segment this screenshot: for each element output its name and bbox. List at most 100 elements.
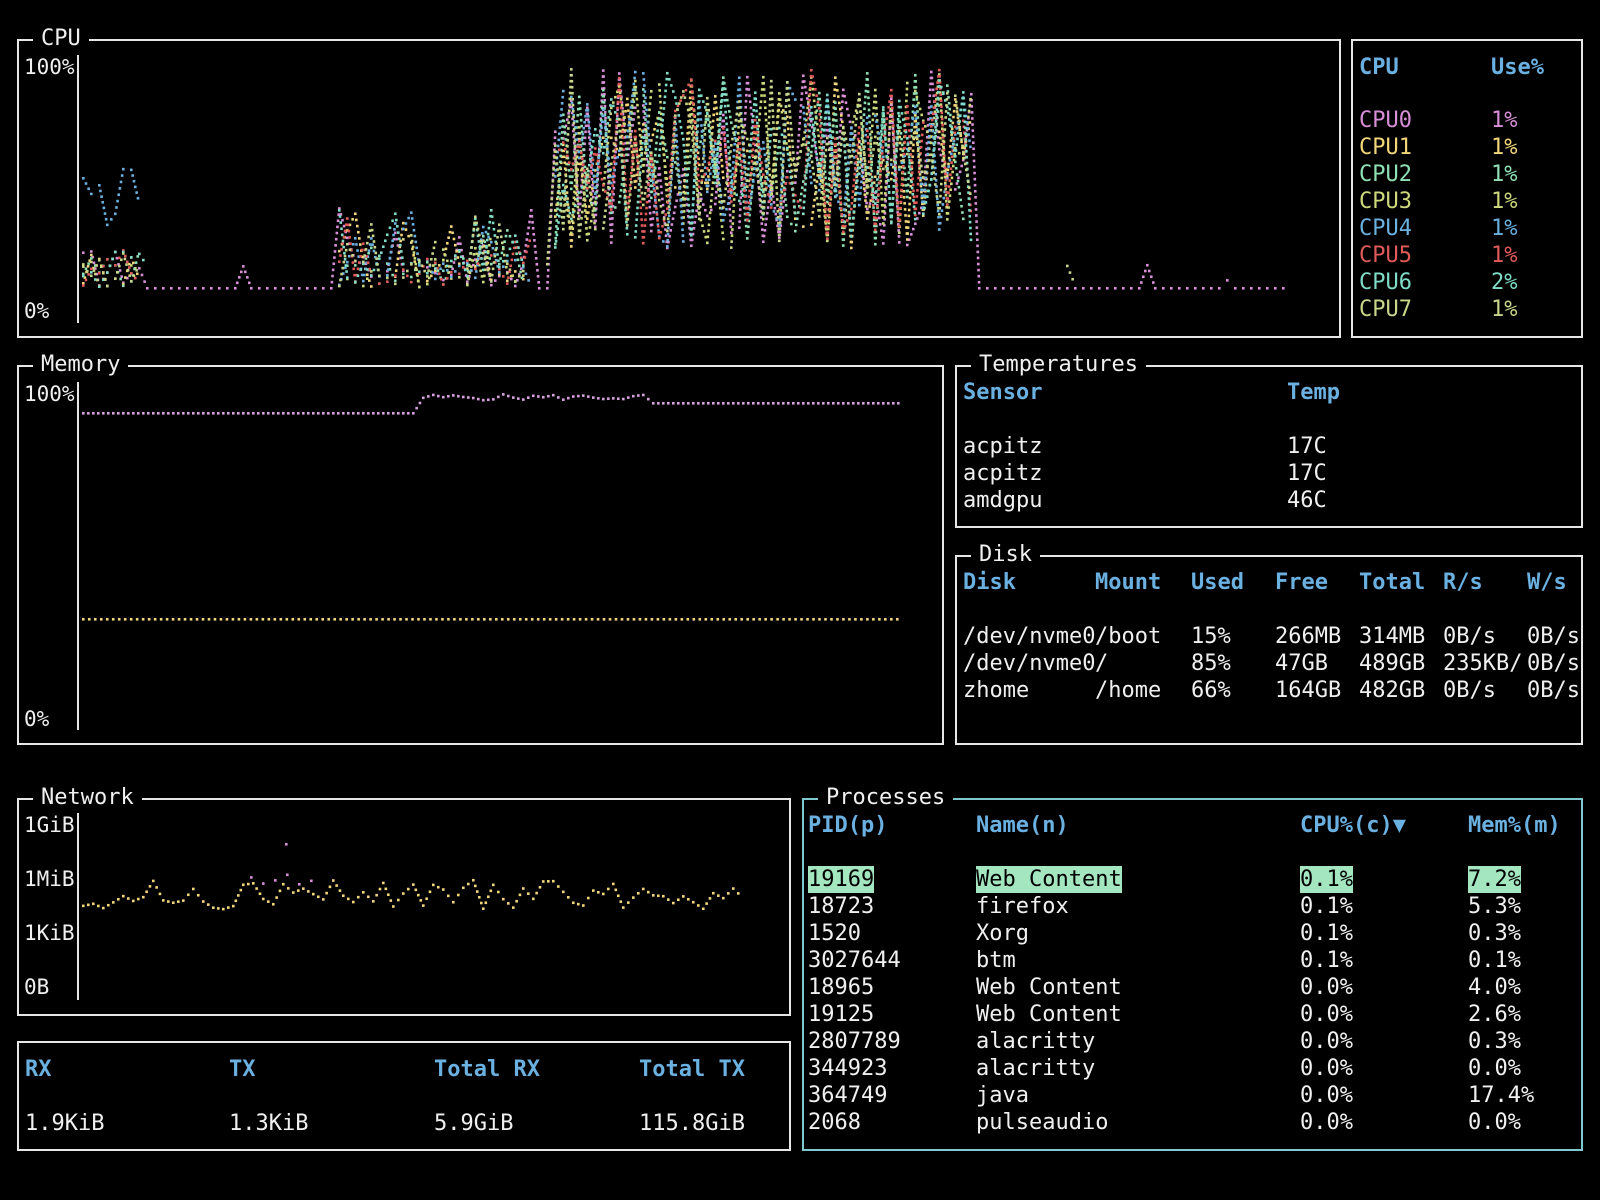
cpu-series-dot [546, 256, 549, 260]
cpu-series-dot [793, 205, 796, 209]
cpu-series-dot [1074, 287, 1077, 290]
cpu-series-dot [775, 127, 778, 131]
cpu-series-dot [686, 149, 690, 153]
cpu-series-dot [943, 166, 947, 170]
cpu-series-dot [367, 251, 370, 255]
cpu-series-dot [391, 239, 394, 243]
cpu-series-dot [584, 221, 588, 224]
cpu-series-dot [819, 116, 823, 119]
cpu-series-dot [844, 190, 848, 194]
cpu-series-dot [506, 262, 509, 266]
cpu-series-dot [612, 101, 615, 104]
cpu-series-dot [977, 280, 981, 284]
cpu-series-dot [771, 174, 775, 178]
cpu-series-dot [1210, 287, 1213, 290]
cpu-series-dot [535, 263, 539, 266]
cpu-series-dot [707, 229, 710, 233]
cpu-series-dot [549, 209, 553, 213]
cpu-series-dot [834, 113, 838, 116]
cpu-series-dot [733, 142, 736, 146]
cpu-series-dot [456, 256, 460, 259]
cpu-series-dot [812, 81, 816, 85]
cpu-series-dot [887, 106, 890, 109]
cpu-series-dot [586, 238, 589, 242]
cpu-series-dot [626, 232, 629, 236]
cpu-series-dot [618, 200, 621, 204]
cpu-series-dot [783, 192, 787, 195]
cpu-series-dot [655, 135, 659, 139]
cpu-series-dot [908, 196, 912, 200]
cpu-series-dot [676, 157, 680, 161]
cpu-series-dot [629, 177, 633, 181]
cpu-series-dot [764, 106, 767, 110]
cpu-series-dot [637, 194, 640, 198]
cpu-series-dot [558, 166, 562, 169]
cpu-series-dot [684, 167, 688, 171]
cpu-series-dot [104, 217, 108, 221]
cpu-series-dot [920, 133, 924, 137]
cpu-series-dot [226, 287, 229, 290]
cpu-series-dot [372, 268, 376, 272]
cpu-series-dot [766, 206, 770, 209]
cpu-series-dot [902, 152, 906, 156]
cpu-series-dot [952, 109, 956, 113]
cpu-series-dot [560, 108, 563, 111]
cpu-series-dot [576, 205, 580, 209]
cpu-series-dot [659, 185, 663, 189]
cpu-series-dot [786, 152, 790, 156]
cpu-series-dot [762, 75, 765, 79]
cpu-series-dot [610, 241, 613, 244]
cpu-series-dot [610, 223, 614, 226]
cpu-series-dot [634, 230, 638, 233]
cpu-series-dot [719, 110, 723, 114]
cpu-series-dot [882, 210, 886, 213]
cpu-series-dot [749, 144, 752, 147]
cpu-series-dot [891, 203, 894, 207]
cpu-series-dot [538, 287, 541, 290]
cpu-series-dot [835, 119, 838, 122]
cpu-series-dot [636, 103, 639, 107]
cpu-series-dot [464, 268, 467, 272]
cpu-series-dot [736, 147, 740, 151]
cpu-series-dot [616, 100, 620, 104]
cpu-series-dot [505, 265, 508, 269]
cpu-series-dot [106, 284, 109, 288]
cpu-series-dot [690, 238, 694, 242]
cpu-series-dot [940, 109, 943, 112]
cpu-series-dot [574, 178, 577, 182]
cpu-series-dot [555, 225, 558, 228]
cpu-series-dot [418, 264, 421, 267]
cpu-series-dot [644, 102, 648, 106]
cpu-series-dot [848, 217, 852, 220]
cpu-series-dot [626, 141, 629, 145]
cpu-series-dot [974, 196, 977, 199]
cpu-series-dot [506, 282, 509, 285]
cpu-series-dot [490, 280, 493, 283]
cpu-series-dot [622, 171, 625, 174]
cpu-series-dot [662, 141, 665, 145]
cpu-series-dot [134, 276, 137, 280]
cpu-series-dot [586, 118, 590, 122]
cpu-series-dot [943, 175, 947, 179]
cpu-series-dot [556, 174, 560, 177]
cpu-series-dot [354, 259, 357, 263]
cpu-series-dot [583, 169, 586, 172]
cpu-series-dot [896, 130, 899, 133]
cpu-series-dot [118, 264, 121, 268]
cpu-series-dot [682, 240, 685, 243]
cpu-series-dot [578, 95, 581, 99]
cpu-series-dot [653, 189, 657, 193]
cpu-series-dot [606, 191, 609, 195]
cpu-series-dot [659, 179, 662, 182]
cpu-series-dot [620, 112, 623, 116]
cpu-series-dot [412, 228, 416, 232]
cpu-series-dot [719, 116, 722, 120]
cpu-series-dot [572, 115, 575, 119]
cpu-series-dot [470, 246, 473, 249]
cpu-series-dot [752, 136, 756, 140]
cpu-series-dot [519, 270, 522, 274]
cpu-series-dot [823, 204, 826, 208]
cpu-series-dot [562, 89, 565, 93]
cpu-series-dot [826, 194, 830, 198]
cpu-series-dot [394, 269, 398, 272]
